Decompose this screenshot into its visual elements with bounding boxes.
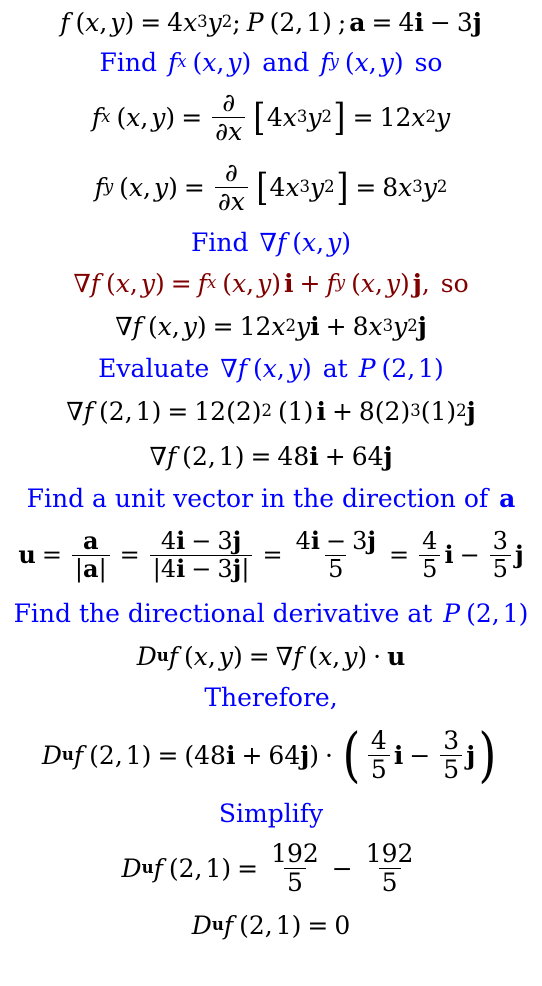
- equation-gradient-definition: ∇ f(x, y) = f x(x, y) i + f y(x, y) j, so: [73, 268, 469, 298]
- instruction-find-directional-derivative: Find the directional derivative at P (2, 1): [13, 598, 529, 628]
- equation-gradient-result: ∇ f(x, y) = 12 x 2 y i +8 x 3 y 2 j: [115, 311, 427, 341]
- instruction-find-unit-vector: Find a unit vector in the direction of a: [26, 483, 516, 513]
- equation-directional-derivative-expanded: Du f(2, 1) = 192 5−192 5: [121, 838, 414, 897]
- equation-gradient-evaluated: ∇ f(2, 1) = 48 i +64 j: [149, 441, 393, 471]
- instruction-therefore: Therefore,: [204, 682, 338, 712]
- instruction-evaluate-gradient: Evaluate ∇ f(x, y) at P (2, 1): [98, 353, 444, 383]
- instruction-find-partials: Find f x(x, y) and f y(x, y) so: [99, 47, 443, 77]
- equation-directional-derivative-substituted: Du f(2, 1) = (48 i +64 j) ·(4 5 i −3 5 j): [41, 720, 497, 789]
- equation-unit-vector: u = a |a| = 4i −3j |4i −3j| = 4i −3j 5 = 4 5 i −3 5 j: [18, 525, 524, 583]
- equation-directional-derivative-definition: Du f(x, y) = ∇ f(x, y) · u: [136, 641, 406, 671]
- instruction-find-gradient: Find ∇ f(x, y): [191, 227, 351, 257]
- math-solution-sheet: f(x, y) = 4 x 3 y 2; P(2, 1); a = 4 i −3 j Find f x(x, y) a…: [0, 0, 542, 986]
- equation-problem-statement: f(x, y) = 4 x 3 y 2; P(2, 1); a = 4 i −3 j: [60, 7, 482, 37]
- equation-directional-derivative-final: Du f(2, 1) = 0: [191, 910, 351, 940]
- equation-gradient-substituted: ∇ f(2, 1) = 12(2) 2 (1) i +8(2) 3 (1) 2 j: [66, 396, 476, 426]
- equation-partial-fx: f x(x, y) = ∂ ∂x[4 x 3 y 2] = 12 x 2 y: [91, 87, 451, 146]
- instruction-simplify: Simplify: [218, 798, 324, 828]
- equation-partial-fy: f y(x, y) = ∂ ∂x[4 x 3 y 2] = 8 x 3 y 2: [94, 157, 448, 216]
